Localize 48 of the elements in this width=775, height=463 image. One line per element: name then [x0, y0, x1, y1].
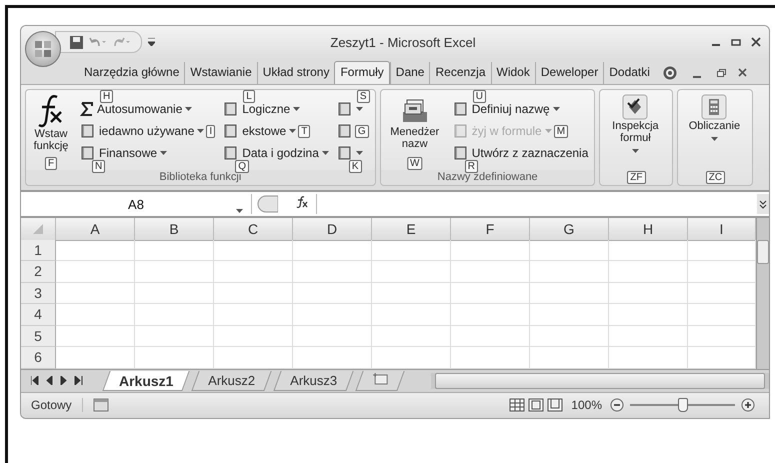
row-header[interactable]: 1 [21, 240, 56, 261]
sheet-tab[interactable]: Arkusz1 [102, 370, 190, 390]
keytip: K [348, 160, 362, 173]
keytip: ZC [706, 171, 726, 184]
row-header[interactable]: 5 [21, 326, 56, 347]
group-label: Nazwy zdefiniowane [380, 170, 594, 185]
keytip: ZF [627, 171, 646, 184]
keytip: N [92, 160, 106, 173]
ribbon-tab[interactable]: Formuły [334, 61, 390, 84]
keytip: F [44, 157, 58, 170]
sheet-tab[interactable]: Arkusz2 [192, 370, 272, 390]
ribbon-command[interactable]: iedawno używane [80, 121, 204, 141]
column-header[interactable]: F [451, 218, 530, 241]
keytip: M [554, 124, 568, 138]
zoom-level: 100% [571, 398, 602, 412]
row-header[interactable]: 6 [21, 347, 56, 368]
ribbon-button[interactable]: Inspekcja formuł [604, 92, 666, 158]
window-title: Zeszyt1 - Microsoft Excel [330, 34, 477, 50]
keytip: G [354, 124, 369, 138]
keytip: I [206, 124, 216, 138]
column-header[interactable]: C [214, 218, 293, 241]
ribbon-tab[interactable]: Narzędzia główne [79, 62, 184, 84]
column-header[interactable]: E [372, 218, 451, 241]
ribbon-command[interactable]: Autosumowanie [80, 99, 192, 119]
keytip: T [298, 124, 310, 138]
keytip: S [356, 90, 370, 103]
column-header[interactable]: A [56, 218, 135, 241]
column-header[interactable]: D [293, 218, 372, 241]
status-text: Gotowy [21, 398, 83, 412]
group-label: Biblioteka funkcji [26, 170, 375, 185]
column-header[interactable]: H [609, 218, 688, 241]
column-header[interactable]: B [135, 218, 214, 241]
ribbon-command[interactable]: ekstowe [223, 121, 296, 141]
ribbon-button[interactable]: Wstaw funkcję [30, 92, 72, 154]
row-header[interactable]: 4 [21, 304, 56, 326]
sheet-tab[interactable]: Arkusz3 [274, 370, 354, 390]
ribbon-button[interactable]: Menedżer nazw [384, 92, 445, 152]
keytip: L [243, 90, 255, 103]
ribbon-button[interactable]: Obliczanie [682, 92, 746, 146]
column-header[interactable]: G [530, 218, 609, 241]
keytip: H [100, 90, 114, 103]
keytip: R [464, 160, 478, 173]
row-header[interactable]: 3 [21, 282, 56, 304]
column-header[interactable]: I [688, 218, 756, 241]
keytip: Q [235, 160, 249, 173]
row-header[interactable]: 2 [21, 261, 56, 282]
keytip: U [472, 90, 486, 103]
keytip: W [406, 157, 422, 170]
